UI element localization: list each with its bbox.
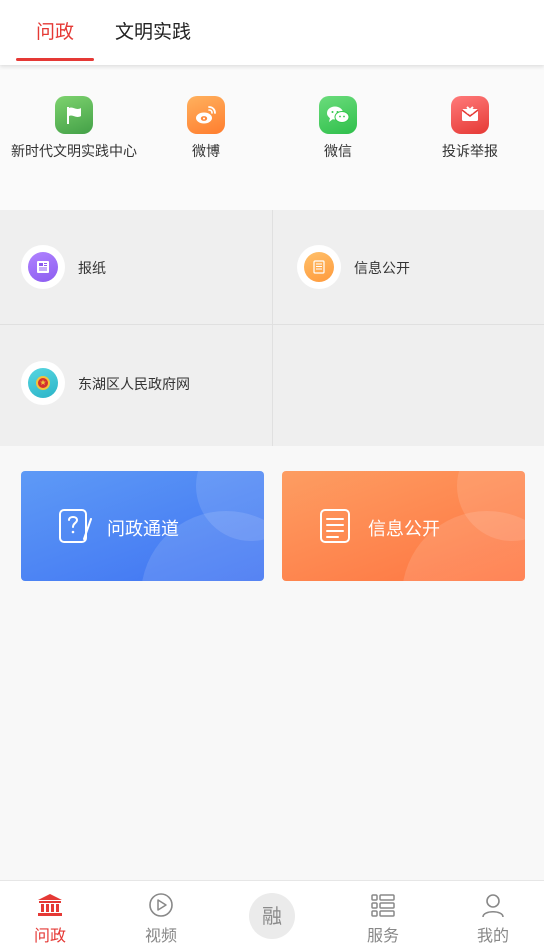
nav-label: 问政 xyxy=(33,926,66,945)
grid-item-label: 信息公开 xyxy=(354,261,410,277)
quick-link-complaint-report[interactable]: 投诉举报 xyxy=(404,96,536,161)
card-label: 问政通道 xyxy=(107,519,179,540)
grid-item-info-disclosure[interactable]: 信息公开 xyxy=(276,210,544,324)
nav-label: 服务 xyxy=(366,926,399,945)
grid-item-newspaper[interactable]: 报纸 xyxy=(0,210,272,324)
tab-wenming-shijian[interactable]: 文明实践 xyxy=(115,17,191,44)
bottom-navigation: 问政 视频 融 服务 我的 xyxy=(0,880,544,946)
grid-item-district-government[interactable]: 东湖区人民政府网 xyxy=(0,326,272,440)
quick-link-weibo[interactable]: 微博 xyxy=(140,96,272,161)
nav-services[interactable]: 服务 xyxy=(329,881,437,946)
nav-video[interactable]: 视频 xyxy=(107,881,215,946)
flag-icon xyxy=(55,96,93,134)
user-icon xyxy=(482,894,504,918)
service-grid: 报纸 信息公开 东湖区人民政府网 xyxy=(0,210,544,446)
nav-mine[interactable]: 我的 xyxy=(439,881,544,946)
services-list-icon xyxy=(371,894,395,917)
grid-icon-wrap xyxy=(297,245,341,289)
grid-vertical-divider xyxy=(272,210,273,446)
document-icon xyxy=(304,252,334,282)
list-document-icon xyxy=(320,509,350,543)
nav-label: 视频 xyxy=(144,926,177,945)
quick-link-label: 微博 xyxy=(192,144,220,160)
rong-center-icon: 融 xyxy=(249,893,295,939)
weibo-icon xyxy=(187,96,225,134)
card-wenzheng-channel[interactable]: 问政通道 xyxy=(21,471,264,581)
grid-icon-wrap xyxy=(21,361,65,405)
grid-item-label: 报纸 xyxy=(78,261,106,277)
quick-link-wechat[interactable]: 微信 xyxy=(272,96,404,161)
government-building-icon xyxy=(38,894,62,916)
newspaper-icon xyxy=(28,252,58,282)
card-label: 信息公开 xyxy=(368,519,440,540)
quick-links-row: 新时代文明实践中心 微博 微信 投诉举报 xyxy=(0,66,544,210)
grid-icon-wrap xyxy=(21,245,65,289)
play-circle-icon xyxy=(149,893,173,917)
quick-link-civilization-center[interactable]: 新时代文明实践中心 xyxy=(8,96,140,161)
envelope-icon xyxy=(451,96,489,134)
quick-link-label: 投诉举报 xyxy=(442,144,498,160)
grid-horizontal-divider xyxy=(0,324,544,325)
wechat-icon xyxy=(319,96,357,134)
tab-wenzheng[interactable]: 问政 xyxy=(36,17,74,44)
active-tab-indicator xyxy=(16,58,94,61)
grid-item-label: 东湖区人民政府网 xyxy=(78,377,190,393)
nav-label: 我的 xyxy=(476,926,509,945)
card-info-disclosure[interactable]: 信息公开 xyxy=(282,471,525,581)
nav-wenzheng[interactable]: 问政 xyxy=(0,881,104,946)
top-tab-bar: 问政 文明实践 xyxy=(0,0,544,65)
nav-rong-center[interactable]: 融 xyxy=(218,881,326,946)
quick-link-label: 微信 xyxy=(324,144,352,160)
quick-link-label: 新时代文明实践中心 xyxy=(11,144,137,160)
national-emblem-icon xyxy=(28,368,58,398)
question-note-icon xyxy=(59,509,92,543)
